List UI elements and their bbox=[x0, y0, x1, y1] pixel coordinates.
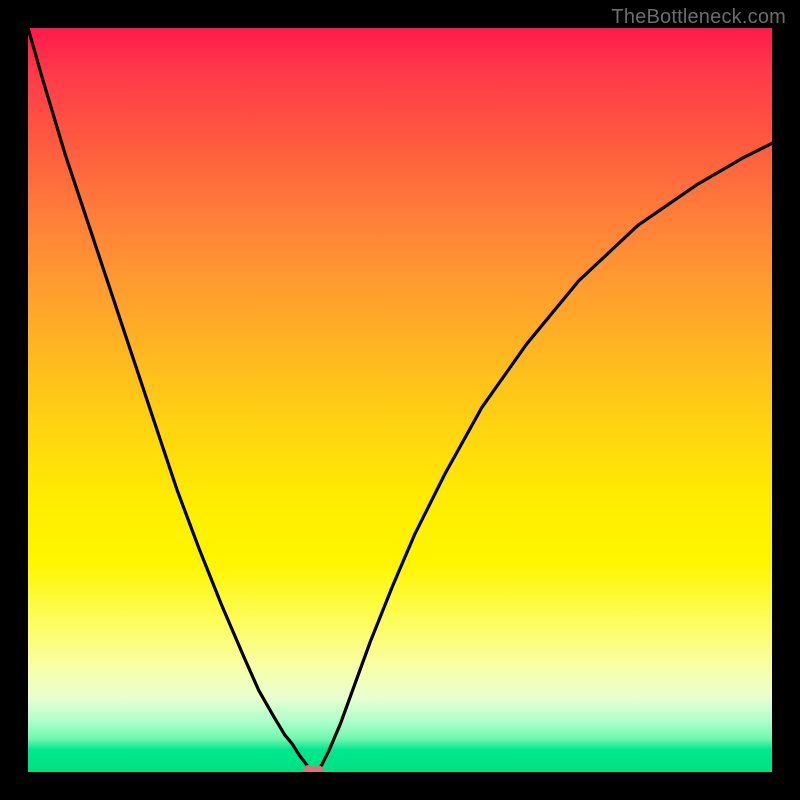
watermark-text: TheBottleneck.com bbox=[611, 6, 786, 29]
plot-area bbox=[28, 28, 772, 772]
bottleneck-curve bbox=[28, 28, 772, 772]
chart-frame: TheBottleneck.com bbox=[0, 0, 800, 800]
optimal-point-marker bbox=[302, 765, 324, 772]
